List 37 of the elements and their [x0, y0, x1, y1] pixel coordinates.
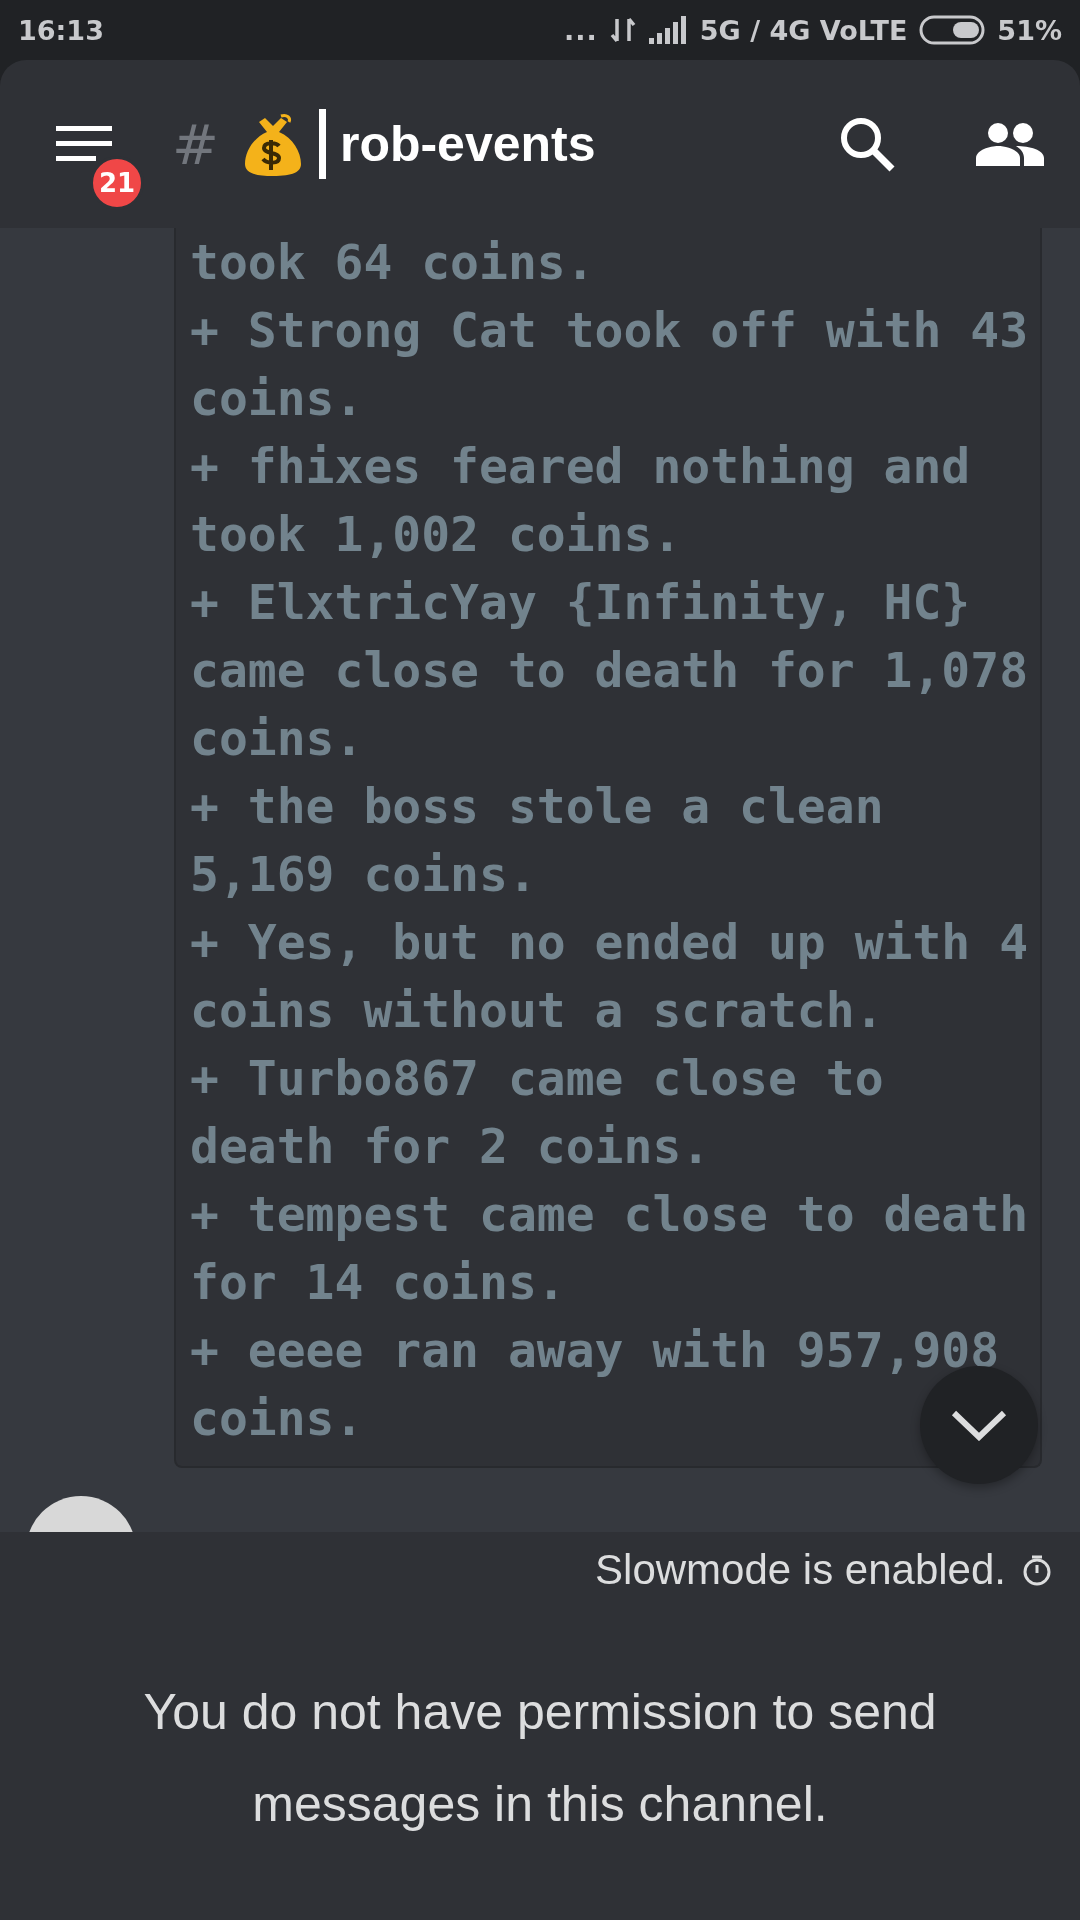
code-line: coins. [190, 1389, 364, 1448]
search-icon[interactable] [838, 115, 896, 173]
code-line: came close to death for 1,078 [190, 641, 1029, 700]
code-line: + eeee ran away with 957,908 [190, 1321, 1000, 1380]
code-line: + fhixes feared nothing and [190, 437, 971, 496]
battery-icon [919, 15, 986, 45]
code-line: death for 2 coins. [190, 1117, 711, 1176]
permission-notice: You do not have permission to send messages in this channel. [142, 1683, 938, 1834]
code-line: + Strong Cat took off with 43 [190, 301, 1029, 360]
data-arrows-icon [609, 15, 636, 45]
code-line: + ElxtricYay {Infinity, HC} [190, 573, 971, 632]
code-line: + Turbo867 came close to [190, 1049, 884, 1108]
money-bag-icon [242, 112, 303, 176]
channel-hash: # [172, 111, 219, 177]
stopwatch-icon [1022, 1554, 1052, 1586]
battery-percent: 51% [997, 14, 1062, 46]
chevron-down-icon [951, 1409, 1007, 1441]
unread-badge: 21 [90, 156, 144, 210]
clock-time: 16:13 [18, 14, 104, 46]
menu-icon[interactable] [56, 124, 112, 164]
channel-name: rob-events [339, 115, 597, 173]
code-line: + the boss stole a clean [190, 777, 884, 836]
code-line: took 1,002 coins. [190, 505, 682, 564]
code-line: coins. [190, 709, 364, 768]
code-line: + tempest came close to death [190, 1185, 1029, 1244]
network-label: 5G / 4G VoLTE [699, 14, 908, 46]
code-line: took 64 coins. [190, 233, 595, 292]
notification-dots: ... [564, 14, 598, 46]
code-line: coins. [190, 369, 364, 428]
signal-icon [647, 16, 688, 44]
members-icon[interactable] [976, 122, 1044, 166]
slowmode-notice: Slowmode is enabled. [595, 1546, 1006, 1594]
text-cursor-bar [318, 109, 326, 179]
code-line: + Yes, but no ended up with 4 [190, 913, 1029, 972]
code-line: coins without a scratch. [190, 981, 884, 1040]
code-line: for 14 coins. [190, 1253, 566, 1312]
code-line: 5,169 coins. [190, 845, 537, 904]
